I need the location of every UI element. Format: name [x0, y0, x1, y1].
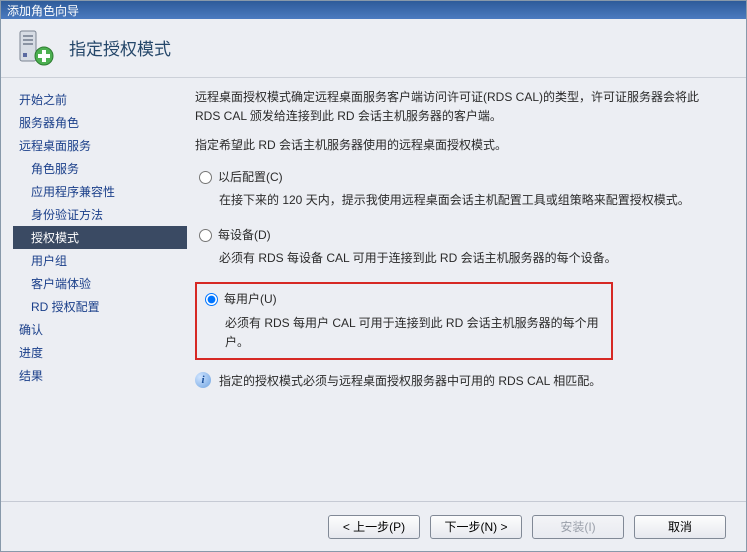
- sidebar: 开始之前服务器角色远程桌面服务角色服务应用程序兼容性身份验证方法授权模式用户组客…: [1, 78, 195, 501]
- option-per-user-label: 每用户(U): [224, 290, 277, 309]
- option-per-device-label: 每设备(D): [218, 226, 271, 245]
- server-add-icon: [15, 27, 55, 67]
- option-per-user-desc: 必须有 RDS 每用户 CAL 可用于连接到此 RD 会话主机服务器的每个用户。: [201, 312, 607, 354]
- sidebar-item-2[interactable]: 远程桌面服务: [13, 134, 187, 157]
- option-later: 以后配置(C) 在接下来的 120 天内，提示我使用远程桌面会话主机配置工具或组…: [195, 166, 722, 218]
- header: 指定授权模式: [1, 19, 746, 78]
- sidebar-item-3[interactable]: 角色服务: [13, 157, 187, 180]
- option-later-row[interactable]: 以后配置(C): [195, 166, 722, 189]
- sidebar-item-6[interactable]: 授权模式: [13, 226, 187, 249]
- info-row: i 指定的授权模式必须与远程桌面授权服务器中可用的 RDS CAL 相匹配。: [195, 372, 722, 391]
- sidebar-item-10[interactable]: 确认: [13, 318, 187, 341]
- info-icon: i: [195, 372, 211, 388]
- sidebar-item-12[interactable]: 结果: [13, 364, 187, 387]
- titlebar: 添加角色向导: [1, 1, 746, 19]
- option-per-user-radio[interactable]: [205, 293, 218, 306]
- content: 远程桌面授权模式确定远程桌面服务客户端访问许可证(RDS CAL)的类型，许可证…: [195, 78, 746, 501]
- intro-text: 远程桌面授权模式确定远程桌面服务客户端访问许可证(RDS CAL)的类型，许可证…: [195, 88, 722, 126]
- sidebar-item-7[interactable]: 用户组: [13, 249, 187, 272]
- option-per-device-radio[interactable]: [199, 229, 212, 242]
- sidebar-item-11[interactable]: 进度: [13, 341, 187, 364]
- option-per-device-desc: 必须有 RDS 每设备 CAL 可用于连接到此 RD 会话主机服务器的每个设备。: [195, 247, 722, 276]
- cancel-button[interactable]: 取消: [634, 515, 726, 539]
- info-text: 指定的授权模式必须与远程桌面授权服务器中可用的 RDS CAL 相匹配。: [219, 372, 601, 391]
- prev-button[interactable]: < 上一步(P): [328, 515, 420, 539]
- option-later-label: 以后配置(C): [218, 168, 283, 187]
- option-per-user-row[interactable]: 每用户(U): [201, 288, 607, 311]
- sidebar-item-8[interactable]: 客户端体验: [13, 272, 187, 295]
- sidebar-item-0[interactable]: 开始之前: [13, 88, 187, 111]
- sidebar-item-9[interactable]: RD 授权配置: [13, 295, 187, 318]
- sidebar-item-1[interactable]: 服务器角色: [13, 111, 187, 134]
- option-later-radio[interactable]: [199, 171, 212, 184]
- body: 开始之前服务器角色远程桌面服务角色服务应用程序兼容性身份验证方法授权模式用户组客…: [1, 78, 746, 501]
- install-button: 安装(I): [532, 515, 624, 539]
- prompt-text: 指定希望此 RD 会话主机服务器使用的远程桌面授权模式。: [195, 136, 722, 155]
- page-title: 指定授权模式: [69, 35, 171, 60]
- sidebar-item-4[interactable]: 应用程序兼容性: [13, 180, 187, 203]
- option-per-device-row[interactable]: 每设备(D): [195, 224, 722, 247]
- option-later-desc: 在接下来的 120 天内，提示我使用远程桌面会话主机配置工具或组策略来配置授权模…: [195, 189, 722, 218]
- footer: < 上一步(P) 下一步(N) > 安装(I) 取消: [1, 501, 746, 551]
- option-per-device: 每设备(D) 必须有 RDS 每设备 CAL 可用于连接到此 RD 会话主机服务…: [195, 224, 722, 276]
- wizard-window: 添加角色向导 指定授权模式 开始之前服务器角色远程桌面服务角色服务应用程序兼容性…: [0, 0, 747, 552]
- next-button[interactable]: 下一步(N) >: [430, 515, 522, 539]
- window-title: 添加角色向导: [7, 4, 79, 18]
- sidebar-item-5[interactable]: 身份验证方法: [13, 203, 187, 226]
- highlight-box: 每用户(U) 必须有 RDS 每用户 CAL 可用于连接到此 RD 会话主机服务…: [195, 282, 613, 360]
